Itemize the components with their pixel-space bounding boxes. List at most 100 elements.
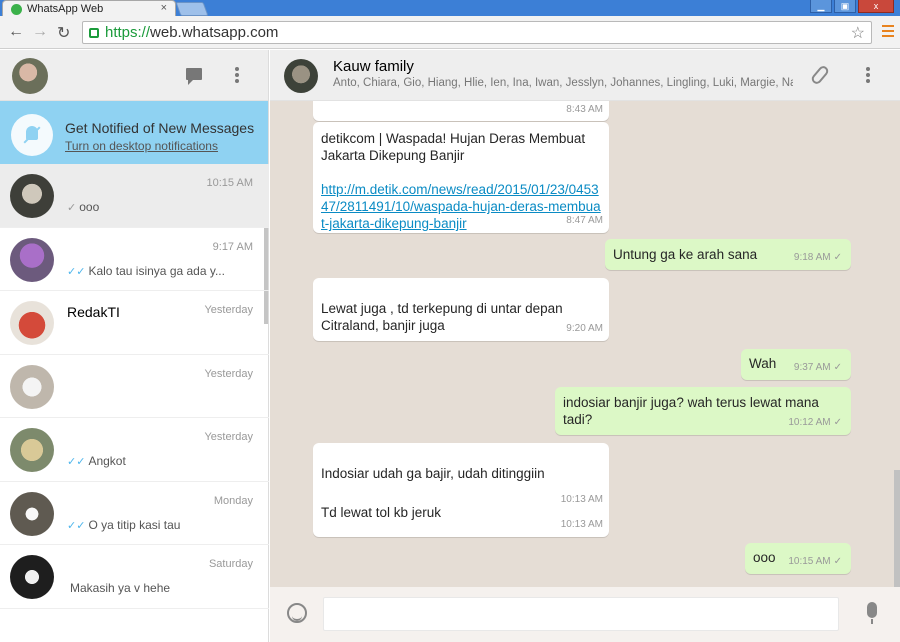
delivery-tick-icon: ✓✓: [67, 519, 86, 532]
bookmark-star-icon[interactable]: ☆: [851, 23, 865, 43]
message-bubble: 8:43 AM: [313, 101, 609, 121]
minimize-button[interactable]: ▁: [810, 0, 832, 13]
new-tab-button[interactable]: [175, 2, 209, 16]
microphone-icon[interactable]: [867, 602, 877, 624]
read-tick-icon: ✓: [833, 252, 842, 263]
chat-preview: ✓✓ Angkot: [67, 454, 126, 468]
conversation-header[interactable]: Kauw family Anto, Chiara, Gio, Hiang, Hl…: [270, 50, 900, 101]
message-time: 10:15 AM ✓: [788, 556, 842, 567]
back-icon[interactable]: ←: [8, 23, 24, 41]
my-avatar[interactable]: [12, 58, 48, 94]
message-text: Untung ga ke arah sana: [613, 247, 758, 262]
group-members: Anto, Chiara, Gio, Hiang, Hlie, Ien, Ina…: [333, 77, 793, 89]
group-avatar[interactable]: [284, 59, 318, 93]
message-text: Td lewat tol kb jeruk: [321, 505, 442, 520]
message-list: 8:43 AM detikcom | Waspada! Hujan Deras …: [270, 101, 900, 587]
chat-preview: Makasih ya v hehe: [67, 581, 170, 595]
chat-preview-text: Makasih ya v hehe: [70, 581, 171, 595]
message-time: 9:20 AM: [566, 323, 603, 334]
message-scrollbar[interactable]: [894, 470, 900, 588]
message-bubble-outgoing: indosiar banjir juga? wah terus lewat ma…: [555, 387, 851, 435]
sidebar-menu-icon[interactable]: [235, 67, 239, 85]
chat-time: Yesterday: [204, 304, 253, 316]
message-time: 8:47 AM: [566, 215, 603, 226]
tab-title: WhatsApp Web: [27, 3, 104, 15]
chat-preview: ✓✓ Kalo tau isinya ga ada y...: [67, 264, 225, 278]
chat-preview-text: Kalo tau isinya ga ada y...: [88, 263, 225, 278]
message-bubble: detikcom | Waspada! Hujan Deras Membuat …: [313, 122, 609, 233]
close-window-button[interactable]: x: [858, 0, 894, 13]
chat-preview-text: ooo: [79, 200, 100, 214]
group-name: Kauw family: [333, 58, 414, 75]
url-scheme: https://: [105, 24, 151, 41]
attach-icon[interactable]: [809, 64, 831, 86]
chat-time: 10:15 AM: [206, 177, 253, 189]
conversation-pane: Kauw family Anto, Chiara, Gio, Hiang, Hl…: [270, 50, 900, 642]
chat-preview-text: O ya titip kasi tau: [88, 517, 181, 532]
whatsapp-icon: [11, 3, 22, 15]
chat-avatar: [10, 491, 54, 536]
message-time: 8:43 AM: [566, 104, 603, 115]
chat-preview: [67, 327, 70, 341]
delivery-tick-icon: ✓✓: [67, 265, 86, 278]
message-time: 9:18 AM ✓: [793, 252, 842, 263]
url-host: web.whatsapp.com: [150, 24, 279, 41]
reload-icon[interactable]: ↻: [57, 23, 70, 43]
message-bubble-outgoing: ooo 10:15 AM ✓: [745, 543, 851, 574]
chat-preview: ✓ ooo: [67, 200, 99, 214]
message-text: Wah: [749, 356, 777, 371]
chat-preview: ✓✓ O ya titip kasi tau: [67, 518, 180, 532]
message-time: 9:37 AM ✓: [793, 362, 842, 373]
conversation-menu-icon[interactable]: [866, 67, 870, 85]
read-tick-icon: ✓: [833, 362, 842, 373]
message-bubble: Indosiar udah ga bajir, udah ditinggiin …: [313, 443, 609, 537]
chat-list: 10:15 AM ✓ ooo 9:17 AM ✓✓ Kalo tau isinya ga …: [0, 164, 269, 609]
chat-list-item[interactable]: Monday ✓✓ O ya titip kasi tau: [0, 482, 269, 545]
message-input[interactable]: [323, 597, 839, 631]
sidebar-header: [0, 50, 268, 101]
composer: [270, 587, 900, 642]
message-text: Indosiar udah ga bajir, udah ditinggiin: [321, 466, 545, 481]
browser-tab[interactable]: WhatsApp Web ×: [2, 0, 176, 17]
chat-list-item[interactable]: RedakTI Yesterday: [0, 291, 269, 355]
forward-icon[interactable]: →: [32, 23, 48, 41]
message-bubble-outgoing: Untung ga ke arah sana 9:18 AM ✓: [605, 239, 851, 270]
lock-icon: [89, 27, 99, 38]
delivery-tick-icon: ✓✓: [67, 456, 86, 468]
chat-list-item[interactable]: Saturday Makasih ya v hehe: [0, 545, 269, 609]
maximize-button[interactable]: ▣: [834, 0, 856, 13]
chat-list-item[interactable]: Yesterday: [0, 355, 269, 418]
emoji-icon[interactable]: [287, 603, 307, 623]
message-bubble-outgoing: Wah 9:37 AM ✓: [741, 349, 851, 380]
new-chat-icon[interactable]: [186, 68, 202, 85]
message-link[interactable]: http://m.detik.com/news/read/2015/01/23/…: [321, 181, 603, 232]
address-bar[interactable]: https:// web.whatsapp.com ☆: [82, 21, 872, 44]
enable-notifications-link[interactable]: Turn on desktop notifications: [65, 139, 218, 153]
bell-off-icon: [11, 114, 53, 156]
browser-menu-icon[interactable]: [882, 25, 894, 37]
browser-toolbar: ← → ↻ https:// web.whatsapp.com ☆: [0, 16, 900, 49]
window-controls: ▁ ▣ x: [810, 0, 894, 13]
chat-time: Monday: [213, 494, 253, 507]
chat-list-item[interactable]: Yesterday ✓✓ Angkot: [0, 418, 269, 482]
delivery-tick-icon: ✓: [67, 202, 77, 214]
read-tick-icon: ✓: [833, 417, 842, 428]
chat-avatar: [10, 174, 54, 218]
notification-title: Get Notified of New Messages: [65, 120, 255, 136]
chat-preview-text: Angkot: [88, 454, 126, 468]
chat-preview: [67, 391, 70, 405]
tab-close-icon[interactable]: ×: [161, 2, 167, 14]
message-time: 10:13 AM: [560, 519, 603, 530]
message-text: ooo: [753, 550, 776, 565]
message-time: 10:12 AM ✓: [788, 417, 842, 428]
chat-list-item[interactable]: 9:17 AM ✓✓ Kalo tau isinya ga ada y...: [0, 228, 269, 291]
chat-time: Yesterday: [204, 367, 253, 380]
notification-banner: Get Notified of New Messages Turn on des…: [0, 101, 268, 170]
message-text: detikcom | Waspada! Hujan Deras Membuat …: [321, 131, 586, 163]
message-bubble: Lewat juga , td terkepung di untar depan…: [313, 278, 609, 341]
message-text: Lewat juga , td terkepung di untar depan…: [321, 301, 563, 333]
chat-list-item[interactable]: 10:15 AM ✓ ooo: [0, 164, 269, 228]
chat-time: Yesterday: [204, 431, 253, 443]
chat-avatar: [10, 301, 54, 345]
chat-avatar: [10, 555, 54, 599]
